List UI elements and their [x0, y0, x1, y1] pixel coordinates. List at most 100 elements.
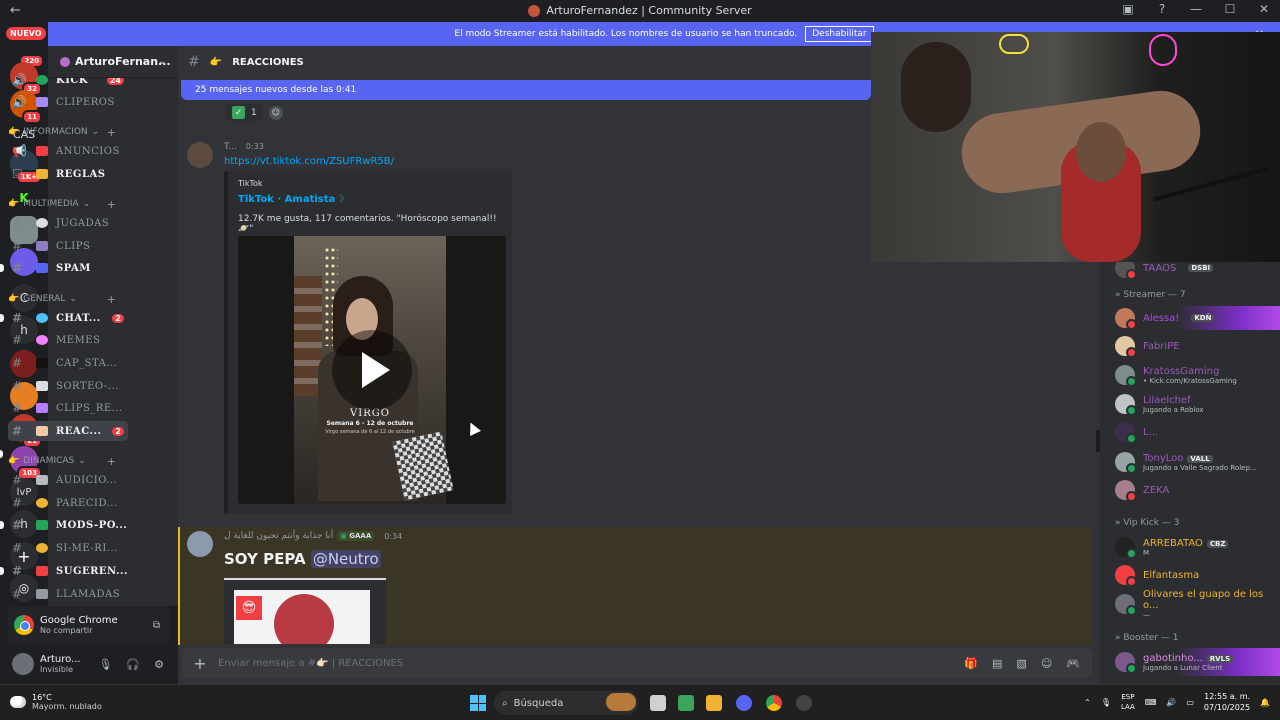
add-channel-icon[interactable]: +	[107, 455, 116, 468]
channel-emoji-icon	[36, 543, 48, 553]
maximize-icon[interactable]: ☐	[1222, 2, 1238, 16]
channel-parecidos[interactable]: # PARECID...	[8, 493, 128, 513]
volume-icon[interactable]: 🔊	[1166, 698, 1176, 707]
add-channel-icon[interactable]: +	[107, 198, 116, 211]
channel-jugadas[interactable]: # JUGADAS	[8, 213, 128, 233]
channel-chat[interactable]: # CHAT... 2	[0, 308, 128, 328]
obs-icon[interactable]	[796, 695, 812, 711]
language-indicator[interactable]: ESP LAA	[1121, 692, 1135, 712]
microphone-icon[interactable]: 🎙	[1101, 698, 1111, 707]
file-explorer-icon[interactable]	[706, 695, 722, 711]
message-image[interactable]: 😎	[224, 578, 386, 644]
member-item[interactable]: Lilaelchef Jugando a Roblox	[1115, 392, 1275, 416]
avatar[interactable]	[187, 142, 213, 168]
battery-icon[interactable]: ▭	[1186, 698, 1194, 707]
member-item[interactable]: TonyLoo VALL Jugando a Valle Sagrado Role…	[1115, 450, 1275, 474]
member-section-title: » Streamer — 7	[1115, 290, 1186, 300]
clock[interactable]: 12:55 a. m. 07/10/2025	[1204, 691, 1250, 713]
channel-sugerencias[interactable]: # SUGEREN...	[0, 561, 128, 581]
minimize-icon[interactable]: —	[1188, 2, 1204, 16]
emoji-icon[interactable]: ☺	[1041, 657, 1052, 670]
member-item[interactable]: Alessa! KDÑ	[1115, 306, 1275, 330]
message-author[interactable]: T...	[224, 142, 237, 152]
sticker-icon[interactable]: ▧	[1016, 657, 1026, 670]
guild-tag[interactable]: ▣ GAAA	[337, 531, 375, 541]
network-icon[interactable]: ⌨	[1145, 698, 1157, 707]
add-channel-icon[interactable]: +	[107, 293, 116, 306]
microphone-icon[interactable]: 🎙	[98, 658, 112, 671]
gear-icon[interactable]: ⚙	[154, 658, 164, 671]
hand-icon: 👉	[8, 456, 20, 466]
channel-llamadas[interactable]: # LLAMADAS	[8, 584, 128, 604]
tiktok-link[interactable]: https://vt.tiktok.com/ZSUFRwR5B/	[224, 156, 394, 167]
member-item[interactable]: FabriPE	[1115, 334, 1275, 358]
channel-clips-re[interactable]: # CLIPS_RE...	[8, 398, 128, 418]
embed-video[interactable]: VIRGO Semana 6 - 12 de octubre Virgo sem…	[238, 236, 506, 504]
channel-audiciones[interactable]: # AUDICIO...	[8, 470, 128, 490]
channel-mods-po[interactable]: # MODS-PO...	[0, 515, 128, 535]
screen-share-icon[interactable]: ⧉	[153, 620, 160, 631]
member-item[interactable]: ZEKA	[1115, 478, 1275, 502]
category-general[interactable]: 👉 GENERAL ⌄ +	[8, 293, 128, 306]
activities-icon[interactable]: 🎮	[1066, 657, 1080, 670]
avatar[interactable]	[187, 531, 213, 557]
message-composer[interactable]: + Enviar mensaje a #👉🏻 | REACCIONES 🎁 ▤ …	[182, 648, 1092, 678]
channel-spam[interactable]: # SPAM	[0, 258, 128, 278]
screen-share-notification[interactable]: Google Chrome No compartir ⧉	[8, 606, 170, 644]
weather-widget[interactable]: 16°C Mayorm. nublado	[10, 693, 102, 711]
notification-bell-icon[interactable]: 🔔	[1260, 698, 1270, 707]
channel-cap-sta[interactable]: # CAP_STA...	[8, 353, 128, 373]
add-reaction-icon[interactable]: ☺	[268, 105, 283, 120]
channel-emoji-icon	[36, 498, 48, 508]
add-channel-icon[interactable]: +	[107, 126, 116, 139]
headphones-icon[interactable]: 🎧	[126, 658, 140, 671]
channel-cliperos[interactable]: 🔊 CLIPEROS	[8, 92, 128, 112]
member-item[interactable]: KratossGaming • Kick.com/KratossGaming	[1115, 363, 1275, 387]
new-messages-bar[interactable]: 25 mensajes nuevos desde las 0:41	[181, 80, 871, 100]
task-view-icon[interactable]	[650, 695, 666, 711]
close-icon[interactable]: ✕	[1256, 2, 1272, 16]
channel-reglas[interactable]: ☑ REGLAS	[8, 164, 128, 184]
user-mention[interactable]: @Neutro	[310, 550, 381, 568]
member-item[interactable]: gabotinho... RVLS Jugando a Lunar Client	[1115, 650, 1275, 674]
message-author[interactable]: أنا جذابة وأنتم تحبون للغاية ل	[224, 531, 333, 541]
chevron-up-icon[interactable]: ⌃	[1084, 698, 1091, 707]
embed-title[interactable]: TikTok · Amatista☽	[238, 194, 344, 205]
channel-clips[interactable]: # CLIPS	[8, 236, 128, 256]
minecraft-icon[interactable]	[678, 695, 694, 711]
windows-start-icon[interactable]	[470, 695, 486, 711]
channel-si-me-ri[interactable]: # SI-ME-RI...	[8, 538, 128, 558]
gift-icon[interactable]: 🎁	[964, 657, 978, 670]
server-header[interactable]: ArturoFernan... ⌄	[48, 46, 178, 78]
upload-plus-icon[interactable]: +	[182, 654, 218, 673]
embed-provider[interactable]: TikTok	[238, 179, 263, 188]
weather-desc: Mayorm. nublado	[32, 702, 102, 711]
stream-preview[interactable]	[871, 32, 1280, 262]
inbox-icon[interactable]: ▣	[1120, 2, 1136, 16]
disable-streamer-button[interactable]: Deshabilitar	[805, 26, 874, 42]
channel-memes[interactable]: # MEMES	[8, 330, 128, 350]
unread-pill	[0, 314, 4, 322]
member-item[interactable]: ARREBATAO CBZ M	[1115, 535, 1275, 559]
channel-reacciones[interactable]: # REAC... 2	[8, 421, 128, 441]
category-informacion[interactable]: 👉 INFORMACION ⌄ +	[8, 126, 128, 139]
avatar[interactable]	[12, 653, 34, 675]
member-item[interactable]: Elfantasma	[1115, 563, 1275, 587]
discord-icon[interactable]	[736, 695, 752, 711]
member-item[interactable]: Olivares el guapo de los o... —	[1115, 589, 1275, 619]
avatar	[1115, 308, 1137, 330]
category-multimedia[interactable]: 👉 MULTIMEDIA ⌄ +	[8, 198, 128, 211]
composer-placeholder[interactable]: Enviar mensaje a #👉🏻 | REACCIONES	[218, 658, 403, 669]
channel-anuncios[interactable]: 📢 ANUNCIOS	[8, 141, 128, 161]
category-dinamicas[interactable]: 👉 DINAMICAS ⌄ +	[8, 455, 128, 468]
member-item[interactable]: L...	[1115, 420, 1275, 444]
channel-sorteo[interactable]: # SORTEO-...	[8, 376, 128, 396]
title-bar: ← ArturoFernandez | Community Server ▣ ?…	[0, 0, 1280, 22]
play-icon[interactable]	[332, 330, 412, 410]
gif-icon[interactable]: ▤	[992, 657, 1002, 670]
reaction-checkmark[interactable]: ✓ 1	[226, 104, 263, 121]
channel-name: AUDICIO...	[56, 474, 118, 486]
chrome-icon[interactable]	[766, 695, 782, 711]
scrollbar[interactable]	[1096, 430, 1100, 452]
help-icon[interactable]: ?	[1154, 2, 1170, 16]
